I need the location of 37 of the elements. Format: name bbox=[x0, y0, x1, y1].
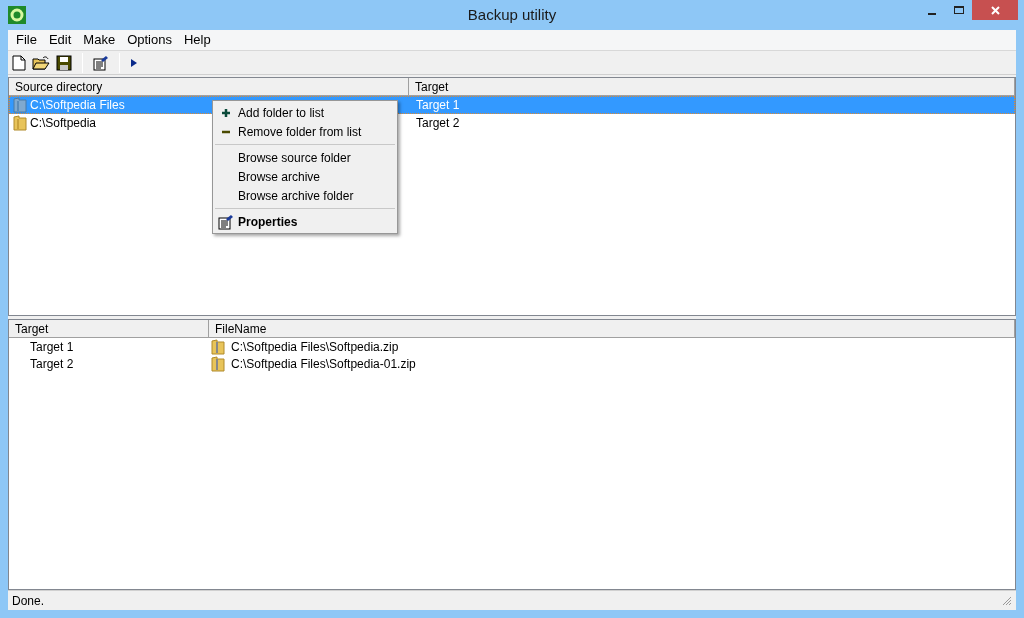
target-name: Target 1 bbox=[29, 338, 75, 356]
source-path: C:\Softpedia bbox=[30, 115, 97, 132]
context-menu-item[interactable]: Browse archive bbox=[215, 167, 395, 186]
properties-icon bbox=[93, 54, 109, 71]
source-path: C:\Softpedia Files bbox=[30, 97, 125, 114]
play-icon[interactable] bbox=[130, 57, 138, 68]
menu-item[interactable]: Options bbox=[121, 30, 178, 50]
target-name: Target 1 bbox=[415, 97, 460, 114]
context-menu-item[interactable]: Properties bbox=[215, 212, 395, 231]
status-text: Done. bbox=[12, 592, 46, 610]
app-logo-icon bbox=[8, 6, 26, 24]
close-button[interactable] bbox=[972, 0, 1018, 20]
archive-path: C:\Softpedia Files\Softpedia-01.zip bbox=[231, 355, 416, 373]
context-menu-item[interactable]: Browse archive folder bbox=[215, 186, 395, 205]
zip-folder-icon bbox=[211, 355, 225, 372]
column-header[interactable]: Target bbox=[409, 78, 1015, 95]
close-icon bbox=[990, 5, 1000, 15]
menu-item[interactable]: Make bbox=[77, 30, 122, 50]
column-header[interactable]: Source directory bbox=[9, 78, 409, 95]
menu-item[interactable]: Help bbox=[177, 30, 217, 50]
column-header[interactable]: Target bbox=[9, 320, 209, 337]
menu-item[interactable]: File bbox=[10, 30, 43, 50]
properties-icon bbox=[218, 213, 234, 230]
minus-icon bbox=[221, 129, 231, 134]
open-folder-icon[interactable] bbox=[32, 54, 50, 71]
column-header[interactable]: FileName bbox=[209, 320, 1015, 337]
new-document-icon[interactable] bbox=[12, 54, 26, 71]
menu-item[interactable]: Edit bbox=[42, 30, 78, 50]
zip-folder-icon bbox=[211, 338, 225, 355]
context-menu-item[interactable]: Remove folder from list bbox=[215, 122, 395, 141]
target-name: Target 2 bbox=[415, 115, 460, 132]
context-menu-item[interactable]: Browse source folder bbox=[215, 148, 395, 167]
archive-path: C:\Softpedia Files\Softpedia.zip bbox=[231, 338, 399, 356]
resize-grip-icon bbox=[1002, 595, 1012, 606]
target-name: Target 2 bbox=[29, 355, 75, 373]
window-title: Backup utility bbox=[467, 4, 557, 25]
plus-icon bbox=[221, 107, 231, 118]
